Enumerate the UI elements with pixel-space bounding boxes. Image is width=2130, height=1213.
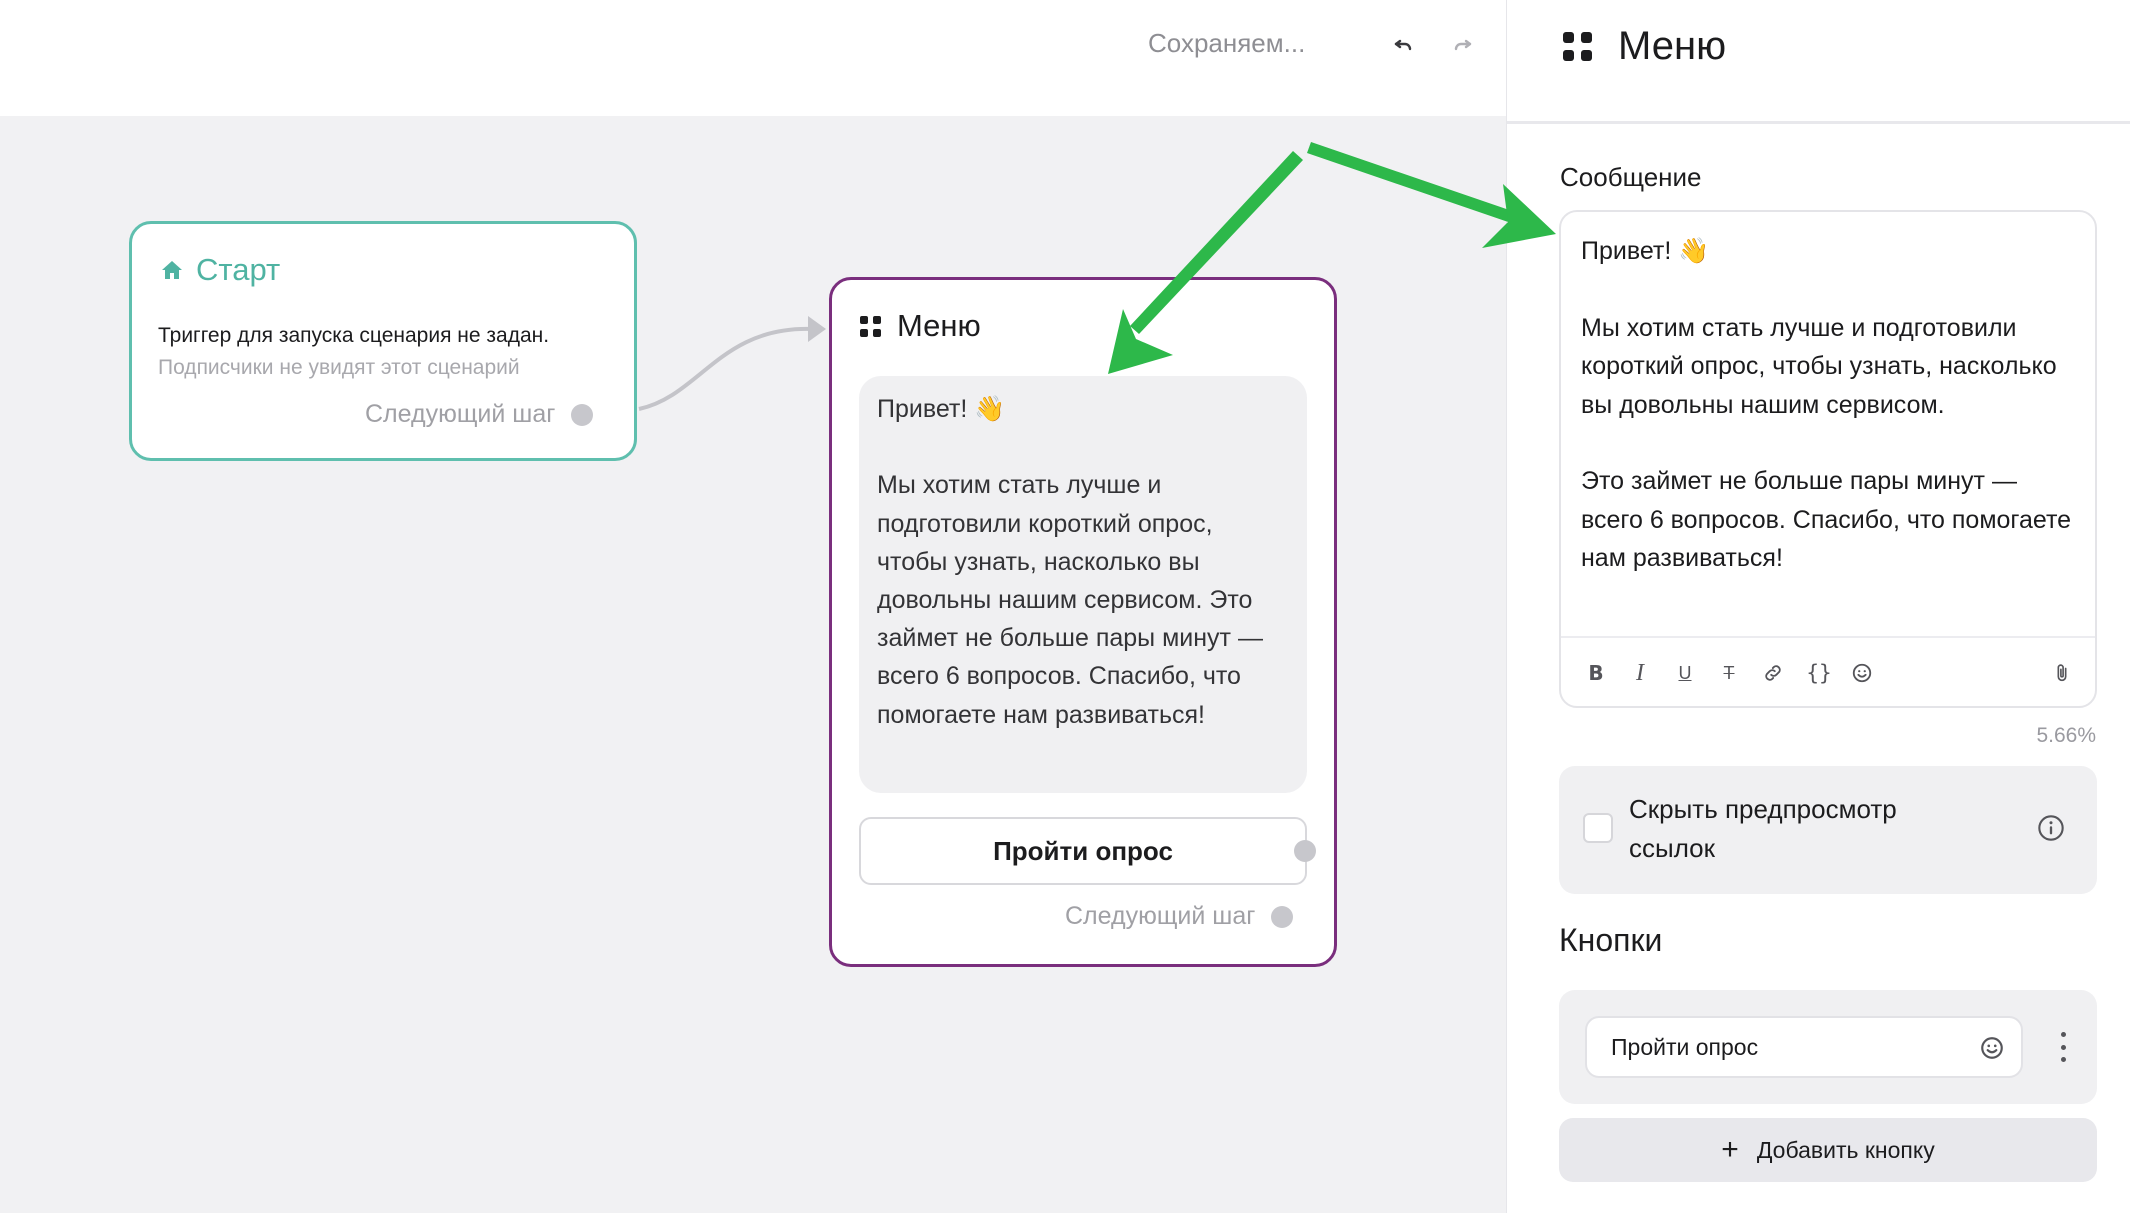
button-item-card: Пройти опрос: [1559, 990, 2097, 1104]
home-icon: [162, 261, 182, 279]
link-icon: [1765, 665, 1781, 681]
start-next-step[interactable]: Следующий шаг: [365, 400, 594, 429]
undo-icon: [1394, 39, 1412, 51]
info-icon[interactable]: [2037, 814, 2065, 842]
char-count-percent: 5.66%: [2036, 724, 2096, 747]
underline-icon: U: [1678, 662, 1692, 683]
start-next-step-handle[interactable]: [571, 403, 594, 426]
start-node-description: Триггер для запуска сценария не задан.: [158, 324, 550, 347]
menu-next-step[interactable]: Следующий шаг: [1065, 902, 1294, 931]
menu-node-survey-button[interactable]: Пройти опрос: [859, 817, 1307, 885]
button-label-input[interactable]: Пройти опрос: [1585, 1016, 2023, 1078]
panel-header: Меню: [1507, 0, 2130, 124]
start-node-title-label: Старт: [196, 252, 281, 287]
add-button-label: Добавить кнопку: [1756, 1136, 1935, 1163]
attach-icon: [2057, 664, 2067, 682]
button-options-icon[interactable]: [2053, 1032, 2073, 1062]
hide-preview-card: Скрыть предпросмотр ссылок: [1559, 766, 2097, 894]
panel-title-label: Меню: [1618, 24, 1727, 68]
menu-node-title: Меню: [860, 308, 981, 344]
flow-canvas[interactable]: Старт Триггер для запуска сценария не за…: [0, 116, 1506, 1213]
italic-button[interactable]: I: [1625, 658, 1655, 688]
italic-icon: I: [1636, 659, 1644, 686]
undo-button[interactable]: [1388, 30, 1418, 60]
code-button[interactable]: {}: [1801, 658, 1837, 688]
menu-grid-icon: [860, 315, 881, 337]
attach-button[interactable]: [2047, 658, 2077, 688]
menu-node-title-label: Меню: [897, 308, 981, 343]
menu-next-step-handle[interactable]: [1271, 905, 1294, 928]
settings-panel: Меню Сообщение Привет! 👋 Мы хотим стать …: [1506, 0, 2130, 1213]
panel-title: Меню: [1563, 24, 1726, 69]
emoji-icon: [1852, 663, 1872, 683]
bold-icon: B: [1588, 661, 1604, 685]
plus-icon: +: [1721, 1133, 1739, 1166]
menu-node-message: Привет! 👋 Мы хотим стать лучше и подгото…: [859, 376, 1307, 793]
message-textarea[interactable]: Привет! 👋 Мы хотим стать лучше и подгото…: [1581, 232, 2081, 578]
start-node[interactable]: Старт Триггер для запуска сценария не за…: [129, 221, 637, 461]
redo-icon: [1454, 39, 1472, 51]
message-label: Сообщение: [1560, 162, 1702, 192]
underline-button[interactable]: U: [1670, 658, 1700, 688]
start-node-subtext: Подписчики не увидят этот сценарий: [158, 356, 520, 379]
hide-preview-label: Скрыть предпросмотр ссылок: [1629, 794, 1897, 863]
hide-preview-checkbox[interactable]: [1583, 813, 1613, 843]
survey-button-handle[interactable]: [1294, 840, 1316, 862]
menu-node[interactable]: Меню Привет! 👋 Мы хотим стать лучше и по…: [829, 277, 1337, 967]
saving-status: Сохраняем...: [1148, 28, 1306, 58]
strikethrough-button[interactable]: T: [1714, 658, 1744, 688]
start-node-title: Старт: [160, 252, 280, 288]
start-next-step-label: Следующий шаг: [365, 400, 556, 428]
redo-button[interactable]: [1448, 30, 1478, 60]
add-button[interactable]: + Добавить кнопку: [1559, 1118, 2097, 1182]
link-button[interactable]: [1758, 658, 1788, 688]
code-braces-icon: {}: [1806, 661, 1832, 685]
buttons-section-title: Кнопки: [1559, 922, 1663, 958]
strikethrough-icon: T: [1723, 662, 1735, 683]
message-editor[interactable]: Привет! 👋 Мы хотим стать лучше и подгото…: [1559, 210, 2097, 708]
top-bar: Сохраняем...: [0, 0, 1506, 116]
button-label-value: Пройти опрос: [1611, 1033, 1759, 1060]
emoji-icon[interactable]: [1979, 1035, 2005, 1061]
menu-grid-icon: [1563, 32, 1592, 61]
bold-button[interactable]: B: [1581, 658, 1611, 688]
menu-next-step-label: Следующий шаг: [1065, 902, 1256, 930]
emoji-button[interactable]: [1847, 658, 1877, 688]
format-toolbar: B I U T {}: [1561, 636, 2095, 706]
